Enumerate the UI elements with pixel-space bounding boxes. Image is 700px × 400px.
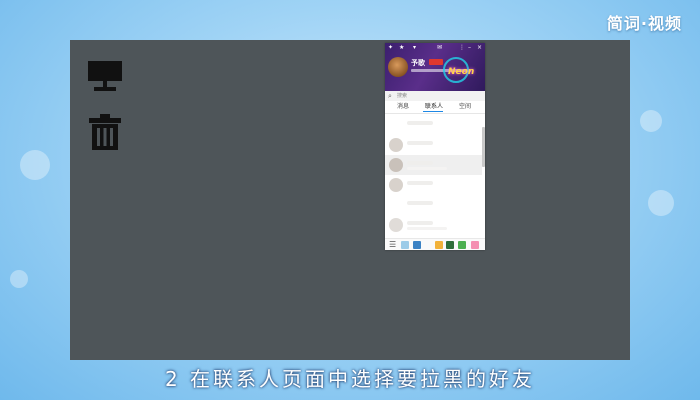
list-item-text bbox=[407, 201, 433, 205]
bokeh-light bbox=[648, 190, 674, 216]
list-item[interactable] bbox=[385, 175, 482, 195]
bokeh-light bbox=[10, 270, 28, 288]
search-input[interactable]: ⌕ 搜索 bbox=[385, 91, 485, 101]
bokeh-light bbox=[640, 110, 662, 132]
status-icon[interactable]: ✦ bbox=[388, 44, 393, 52]
tab-space[interactable]: 空间 bbox=[459, 103, 471, 111]
list-item-text bbox=[407, 121, 433, 125]
vip-badge bbox=[429, 59, 443, 65]
app-icon[interactable] bbox=[471, 241, 479, 249]
title-bar: ✦ ★ ▾ ✉ ⋮ – × bbox=[385, 43, 485, 53]
tab-contacts[interactable]: 联系人 bbox=[425, 103, 443, 111]
avatar[interactable] bbox=[388, 57, 408, 77]
list-item-text bbox=[407, 161, 433, 165]
app-icon[interactable] bbox=[458, 241, 466, 249]
file-icon[interactable] bbox=[413, 241, 421, 249]
tools-icon[interactable] bbox=[425, 241, 433, 249]
menu-icon[interactable]: ⋮ bbox=[459, 44, 465, 52]
minimize-icon[interactable]: – bbox=[468, 44, 471, 52]
game-icon[interactable] bbox=[446, 241, 454, 249]
list-item[interactable] bbox=[385, 155, 482, 175]
contact-avatar bbox=[389, 138, 403, 152]
star-icon[interactable]: ★ bbox=[399, 44, 404, 52]
banner-neon-text: Neon bbox=[448, 67, 475, 77]
contact-avatar bbox=[389, 218, 403, 232]
bokeh-light bbox=[20, 150, 50, 180]
profile-header: ✦ ★ ▾ ✉ ⋮ – × 予歌 Neon bbox=[385, 43, 485, 91]
subtitle-caption: 2 在联系人页面中选择要拉黑的好友 bbox=[164, 367, 536, 391]
game-icon[interactable] bbox=[435, 241, 443, 249]
search-placeholder: 搜索 bbox=[397, 93, 408, 99]
list-item[interactable] bbox=[385, 195, 482, 215]
mail-icon[interactable]: ✉ bbox=[437, 44, 442, 52]
phone-icon[interactable] bbox=[401, 241, 409, 249]
search-icon: ⌕ bbox=[388, 92, 392, 100]
nickname[interactable]: 予歌 bbox=[411, 58, 425, 68]
active-tab-indicator bbox=[423, 111, 443, 112]
brand-watermark: 简词·视频 bbox=[606, 14, 682, 33]
scrollbar[interactable] bbox=[482, 127, 485, 167]
list-item[interactable] bbox=[385, 215, 482, 235]
list-item[interactable] bbox=[385, 115, 482, 135]
list-item-subtext bbox=[407, 227, 447, 230]
list-item-text bbox=[407, 141, 433, 145]
qq-main-panel: ✦ ★ ▾ ✉ ⋮ – × 予歌 Neon ⌕ 搜索 消息 联系人 空间 ☰ bbox=[385, 43, 485, 250]
monitor-icon[interactable] bbox=[86, 58, 126, 98]
desktop: ✦ ★ ▾ ✉ ⋮ – × 予歌 Neon ⌕ 搜索 消息 联系人 空间 ☰ bbox=[70, 40, 630, 360]
contact-list bbox=[385, 115, 485, 235]
tab-bar: 消息 联系人 空间 bbox=[385, 101, 485, 114]
contact-avatar bbox=[389, 178, 403, 192]
list-item-subtext bbox=[407, 167, 447, 170]
close-icon[interactable]: × bbox=[477, 44, 482, 52]
trash-icon[interactable] bbox=[86, 112, 126, 152]
bottom-dock: ☰ bbox=[385, 238, 485, 250]
list-item-text bbox=[407, 221, 433, 225]
tab-messages[interactable]: 消息 bbox=[397, 103, 409, 111]
list-item[interactable] bbox=[385, 135, 482, 155]
shirt-icon[interactable]: ▾ bbox=[413, 44, 416, 52]
list-item-text bbox=[407, 181, 433, 185]
menu-icon[interactable]: ☰ bbox=[389, 241, 397, 249]
contact-avatar bbox=[389, 158, 403, 172]
